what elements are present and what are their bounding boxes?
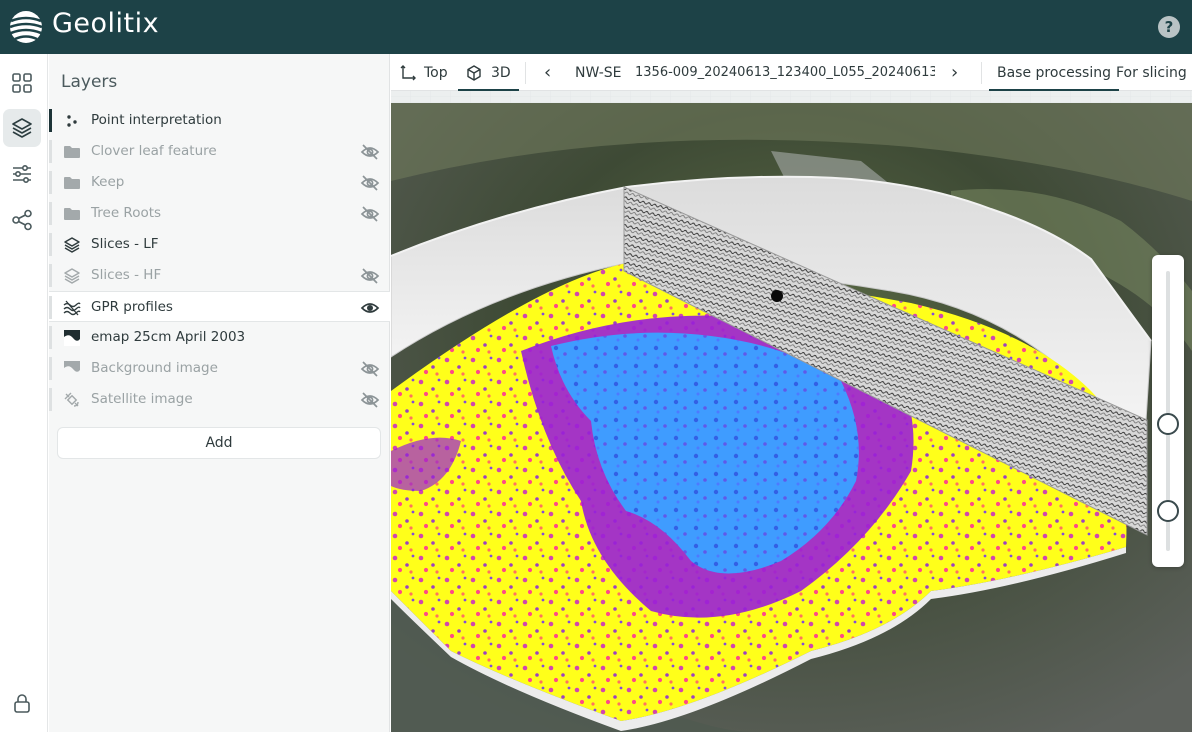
- layer-selection-bar: [49, 109, 52, 132]
- layer-label: Point interpretation: [91, 112, 222, 128]
- layer-selection-bar: [49, 171, 52, 194]
- profiles-icon: [62, 298, 82, 318]
- layer-label: Keep: [91, 174, 125, 190]
- viewport-toolbar: Top 3D ‹ NW-SE 1356-009_20240613_123400_…: [391, 54, 1192, 91]
- left-rail: [0, 54, 48, 732]
- 3d-scene[interactable]: [391, 91, 1192, 732]
- layer-point-interpretation[interactable]: Point interpretation: [49, 105, 390, 136]
- layer-background-image[interactable]: Background image: [49, 353, 390, 384]
- eye-off-icon[interactable]: [360, 142, 380, 162]
- image-icon: [62, 328, 82, 348]
- layer-selection-bar: [49, 233, 52, 256]
- stack-icon: [62, 266, 82, 286]
- layer-label: emap 25cm April 2003: [91, 329, 246, 345]
- folder-icon: [62, 204, 82, 224]
- layer-slices-lf[interactable]: Slices - LF: [49, 229, 390, 260]
- profile-name[interactable]: 1356-009_20240613_123400_L055_20240613..…: [635, 54, 935, 91]
- layer-label: Background image: [91, 360, 218, 376]
- eye-off-icon[interactable]: [360, 204, 380, 224]
- layer-selection-bar: [49, 140, 52, 163]
- layer-tree-roots[interactable]: Tree Roots: [49, 198, 390, 229]
- top-view-button[interactable]: Top: [399, 54, 456, 91]
- add-layer-button[interactable]: Add: [57, 427, 381, 459]
- folder-icon: [62, 173, 82, 193]
- slider-thumb-lower[interactable]: [1157, 500, 1179, 522]
- eye-off-icon[interactable]: [360, 266, 380, 286]
- grid-icon[interactable]: [3, 64, 41, 102]
- eye-icon[interactable]: [360, 298, 380, 318]
- app-header: Geolitix ?: [0, 0, 1192, 54]
- geolitix-logo-icon[interactable]: [8, 9, 44, 45]
- 3d-view-label: 3D: [491, 64, 511, 81]
- top-view-label: Top: [424, 64, 448, 81]
- lock-icon[interactable]: [3, 684, 41, 722]
- slider-thumb-upper[interactable]: [1157, 413, 1179, 435]
- layer-label: GPR profiles: [91, 299, 173, 315]
- folder-icon: [62, 142, 82, 162]
- layers-icon[interactable]: [3, 109, 41, 147]
- share-icon[interactable]: [3, 201, 41, 239]
- axes-icon: [400, 64, 416, 80]
- layer-selection-bar: [49, 296, 52, 319]
- layer-label: Satellite image: [91, 391, 193, 407]
- layer-satellite-image[interactable]: Satellite image: [49, 384, 390, 415]
- layer-clover-leaf-feature[interactable]: Clover leaf feature: [49, 136, 390, 167]
- eye-off-icon[interactable]: [360, 173, 380, 193]
- 3d-view-button[interactable]: 3D: [458, 54, 519, 91]
- layer-selection-bar: [49, 388, 52, 411]
- sliders-icon[interactable]: [3, 155, 41, 193]
- layer-label: Slices - LF: [91, 236, 159, 252]
- layers-panel: Layers Point interpretation Clover leaf …: [49, 54, 390, 732]
- eye-off-icon[interactable]: [360, 359, 380, 379]
- panel-title: Layers: [61, 72, 118, 92]
- image-icon: [62, 359, 82, 379]
- layer-emap-25cm[interactable]: emap 25cm April 2003: [49, 322, 390, 353]
- prev-profile-button[interactable]: ‹: [544, 54, 551, 91]
- layer-keep[interactable]: Keep: [49, 167, 390, 198]
- base-processing-tab[interactable]: Base processing: [989, 54, 1119, 91]
- for-slicing-tab[interactable]: For slicing: [1108, 54, 1192, 91]
- points-icon: [62, 111, 82, 131]
- profile-direction: NW-SE: [575, 64, 622, 81]
- layer-gpr-profiles[interactable]: GPR profiles: [49, 291, 390, 322]
- toolbar-divider: [525, 62, 526, 84]
- cube-icon: [467, 64, 481, 81]
- satellite-icon: [62, 390, 82, 410]
- layer-label: Clover leaf feature: [91, 143, 217, 159]
- elevation-slider[interactable]: [1152, 255, 1184, 567]
- app-name: Geolitix: [52, 8, 160, 39]
- layer-selection-bar: [49, 357, 52, 380]
- layer-slices-hf[interactable]: Slices - HF: [49, 260, 390, 291]
- layer-label: Tree Roots: [91, 205, 162, 221]
- point-marker[interactable]: [771, 290, 783, 302]
- layer-selection-bar: [49, 202, 52, 225]
- 3d-viewport[interactable]: [391, 91, 1192, 732]
- help-icon[interactable]: ?: [1158, 16, 1180, 38]
- next-profile-button[interactable]: ›: [951, 54, 958, 91]
- layer-selection-bar: [49, 326, 52, 349]
- toolbar-divider: [981, 62, 982, 84]
- layer-selection-bar: [49, 264, 52, 287]
- eye-off-icon[interactable]: [360, 390, 380, 410]
- stack-icon: [62, 235, 82, 255]
- layer-label: Slices - HF: [91, 267, 162, 283]
